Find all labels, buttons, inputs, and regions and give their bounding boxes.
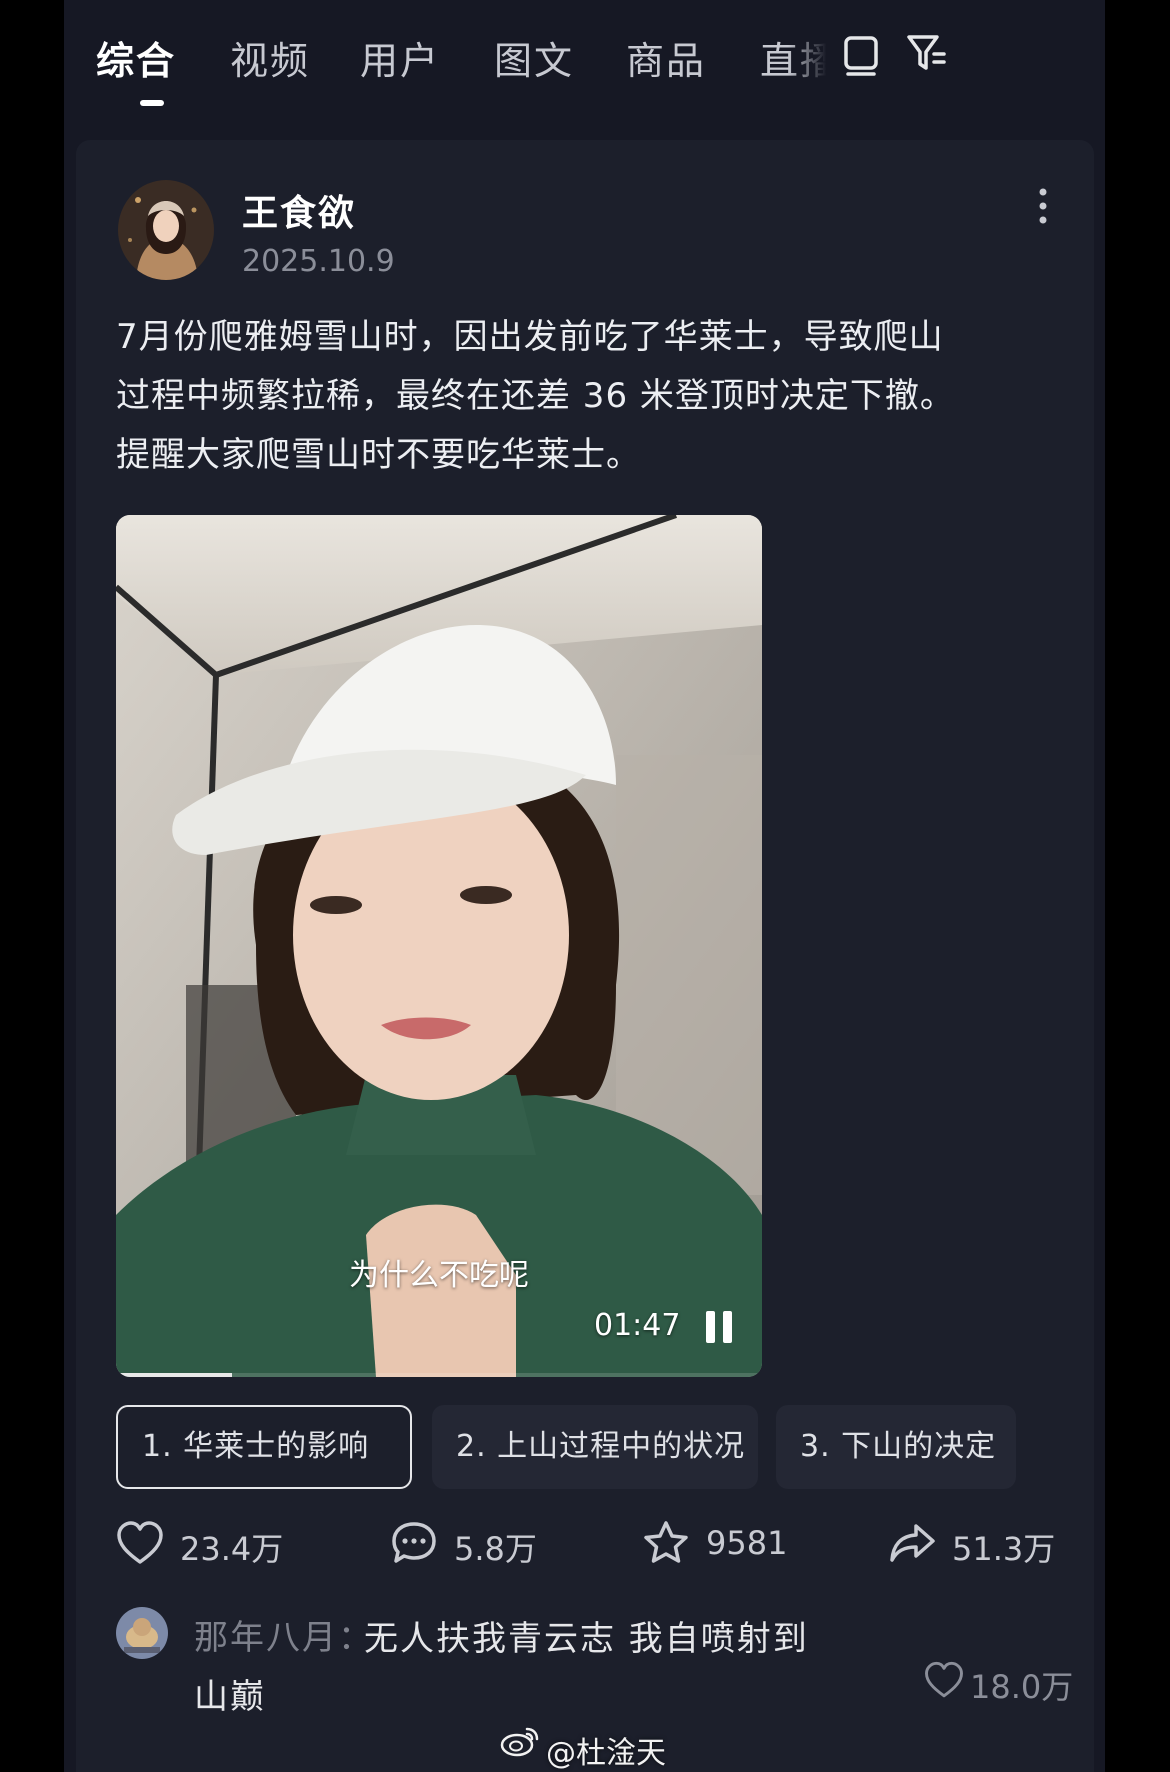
tab-live[interactable]: 直播 xyxy=(760,30,830,85)
video-duration: 01:47 xyxy=(594,1308,681,1343)
heart-icon xyxy=(925,1661,963,1698)
video-frame xyxy=(116,515,762,1377)
post-text-line: 提醒大家爬雪山时不要吃华莱士。 xyxy=(116,435,641,475)
comment-text: 无人扶我青云志 我自喷射到山巅 xyxy=(194,1619,809,1717)
chapter-2[interactable]: 2. 上山过程中的状况 xyxy=(432,1405,758,1489)
chapter-3[interactable]: 3. 下山的决定 xyxy=(776,1405,1016,1489)
weibo-watermark: @杜淦天 xyxy=(500,1724,666,1771)
chapter-1[interactable]: 1. 华莱士的影响 xyxy=(116,1405,412,1489)
video-progress-fill xyxy=(116,1373,233,1377)
video-subtitle: 为什么不吃呢 xyxy=(349,1258,529,1293)
comment-count: 5.8万 xyxy=(454,1530,537,1568)
comment-icon xyxy=(392,1522,436,1563)
author-name[interactable]: 王食欲 xyxy=(242,184,356,236)
layout-icon[interactable] xyxy=(840,30,882,78)
tab-videos[interactable]: 视频 xyxy=(230,30,310,85)
like-button[interactable]: 23.4万 xyxy=(116,1518,336,1568)
tab-comprehensive[interactable]: 综合 xyxy=(96,30,176,85)
heart-icon xyxy=(117,1521,163,1564)
post-body: 7月份爬雅姆雪山时，因出发前吃了华莱士，导致爬山 过程中频繁拉稀，最终在还差 3… xyxy=(116,308,1056,485)
favorite-button[interactable]: 9581 xyxy=(642,1518,842,1568)
post-date: 2025.10.9 xyxy=(242,244,395,279)
watermark-text: @杜淦天 xyxy=(546,1736,666,1771)
tab-users[interactable]: 用户 xyxy=(360,30,440,85)
pause-icon[interactable] xyxy=(702,1308,736,1346)
post-text-line: 7月份爬雅姆雪山时，因出发前吃了华莱士，导致爬山 xyxy=(116,317,944,357)
like-count: 23.4万 xyxy=(180,1530,284,1568)
search-tab-bar: 综合 视频 用户 图文 商品 直播 xyxy=(64,0,1105,120)
comment-like-count: 18.0万 xyxy=(970,1668,1074,1706)
video-player[interactable]: 为什么不吃呢 01:47 xyxy=(116,515,762,1377)
favorite-count: 9581 xyxy=(706,1524,788,1562)
share-button[interactable]: 51.3万 xyxy=(888,1518,1068,1568)
comment-like-button[interactable]: 18.0万 xyxy=(924,1660,1073,1706)
more-options-icon[interactable] xyxy=(1036,186,1050,226)
search-results-screen: 综合 视频 用户 图文 商品 直播 王食欲 2025.10.9 7月份爬雅姆雪山… xyxy=(64,0,1105,1772)
share-icon xyxy=(890,1524,935,1562)
author-avatar[interactable] xyxy=(118,180,214,280)
weibo-logo-icon xyxy=(500,1727,539,1757)
post-text-line: 过程中频繁拉稀，最终在还差 36 米登顶时决定下撤。 xyxy=(116,376,955,416)
filter-icon[interactable] xyxy=(906,30,948,78)
share-count: 51.3万 xyxy=(952,1530,1056,1568)
comment-button[interactable]: 5.8万 xyxy=(390,1518,610,1568)
star-icon xyxy=(644,1521,688,1563)
post-card[interactable]: 王食欲 2025.10.9 7月份爬雅姆雪山时，因出发前吃了华莱士，导致爬山 过… xyxy=(76,140,1094,1772)
tab-products[interactable]: 商品 xyxy=(626,30,706,85)
tab-image-text[interactable]: 图文 xyxy=(494,30,574,85)
active-tab-indicator xyxy=(140,100,164,106)
commenter-avatar[interactable] xyxy=(116,1607,168,1659)
